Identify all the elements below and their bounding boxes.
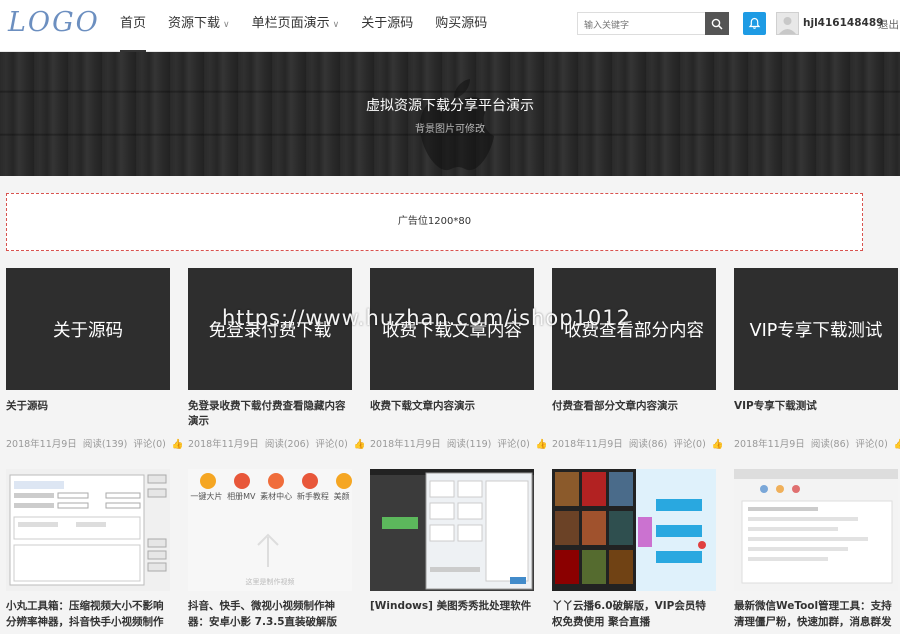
nav-item-single-column[interactable]: 单栏页面演示 ∨ <box>252 0 340 52</box>
nav-item-buy[interactable]: 购买源码 <box>435 0 487 52</box>
post-comments[interactable]: 评论(0) <box>315 439 347 450</box>
post-title[interactable]: VIP专享下载测试 <box>734 399 898 429</box>
post-thumbnail[interactable] <box>552 469 716 591</box>
app-screen-icon <box>188 469 352 591</box>
like-icon[interactable]: 👍 <box>536 439 546 450</box>
post-thumbnail[interactable]: 关于源码 <box>6 268 170 390</box>
post-views: 阅读(86) <box>810 439 850 450</box>
post-card[interactable]: VIP专享下载测试 VIP专享下载测试 2018年11月9日 阅读(86) 评论(0… <box>734 268 900 450</box>
software-window-icon <box>6 469 170 591</box>
post-views: 阅读(119) <box>446 439 492 450</box>
post-card[interactable]: 关于源码 关于源码 2018年11月9日阅读(139)评论(0)👍2 <box>6 268 182 450</box>
post-date: 2018年11月9日 <box>552 439 623 450</box>
post-thumbnail[interactable] <box>370 469 534 591</box>
post-title[interactable]: 丫丫云播6.0破解版，VIP会员特权免费使用 聚合直播 <box>552 599 716 631</box>
post-card[interactable]: 免登录付费下载 免登录收费下载付费查看隐藏内容演示 2018年11月9日 阅读(2… <box>188 268 364 450</box>
post-views: 阅读(139) <box>82 439 128 450</box>
username[interactable]: hjl416148489 <box>803 17 883 29</box>
site-header: LOGO 首页 资源下载∨ 单栏页面演示∨ 关于源码 购买源码 hjl41614… <box>0 0 900 52</box>
watermark-text: https://www.huzhan.com/ishop1012 <box>222 306 631 330</box>
post-meta: 2018年11月9日阅读(206)评论(0)👍1 <box>188 436 364 450</box>
banner-title: 虚拟资源下载分享平台演示 <box>366 98 534 114</box>
icon-label: 一键大片 <box>190 492 223 501</box>
like-icon[interactable]: 👍 <box>894 439 900 450</box>
post-card[interactable]: 最新微信WeTool管理工具：支持清理僵尸粉，快速加群，消息群发 <box>734 469 898 631</box>
like-icon[interactable]: 👍 <box>354 439 364 450</box>
nav-label: 关于源码 <box>361 16 414 31</box>
avatar[interactable] <box>776 12 799 35</box>
user-icon <box>779 17 796 34</box>
movie-grid-icon <box>552 469 716 591</box>
nav-item-downloads[interactable]: 资源下载 ∨ <box>168 0 230 52</box>
nav-item-about[interactable]: 关于源码 <box>361 0 413 52</box>
post-card[interactable]: 收费查看部分内容 付费查看部分文章内容演示 2018年11月9日 阅读(86) 评论… <box>552 268 724 450</box>
post-title[interactable]: 免登录收费下载付费查看隐藏内容演示 <box>188 399 352 429</box>
banner-subtitle: 背景图片可修改 <box>415 124 485 135</box>
nav-label: 首页 <box>120 16 147 31</box>
post-meta: 2018年11月9日阅读(119)评论(0)👍0 <box>370 436 546 450</box>
post-comments[interactable]: 评论(0) <box>497 439 529 450</box>
chevron-down-icon: ∨ <box>332 20 340 30</box>
post-title[interactable]: 抖音、快手、微视小视频制作神器：安卓小影 7.3.5直装破解版 <box>188 599 352 631</box>
post-title[interactable]: [Windows] 美图秀秀批处理软件 <box>370 599 534 631</box>
post-title[interactable]: 关于源码 <box>6 399 170 429</box>
chevron-down-icon: ∨ <box>223 20 230 30</box>
post-title[interactable]: 收费下载文章内容演示 <box>370 399 534 429</box>
post-card[interactable]: 小丸工具箱：压缩视频大小不影响分辨率神器，抖音快手小视频制作 <box>6 469 170 631</box>
software-window-icon <box>370 469 534 591</box>
logout-link[interactable]: 退出 <box>878 17 899 32</box>
search-input[interactable] <box>578 15 706 37</box>
nav-label: 购买源码 <box>435 16 488 31</box>
main-nav: 首页 资源下载 ∨ 单栏页面演示 ∨ 关于源码 购买源码 <box>120 0 509 52</box>
post-thumbnail[interactable] <box>734 469 898 591</box>
post-title[interactable]: 小丸工具箱：压缩视频大小不影响分辨率神器，抖音快手小视频制作 <box>6 599 170 631</box>
search-button[interactable] <box>705 12 729 35</box>
bell-icon <box>748 17 761 29</box>
nav-label: 资源下载 <box>168 16 221 31</box>
post-comments[interactable]: 评论(0) <box>133 439 165 450</box>
post-meta: 2018年11月9日阅读(86)评论(0)👍0 <box>552 436 728 450</box>
search-icon <box>711 18 723 30</box>
site-logo[interactable]: LOGO <box>8 7 100 38</box>
icon-label: 新手教程 <box>296 492 329 501</box>
hero-banner: 虚拟资源下载分享平台演示 背景图片可修改 <box>0 52 900 176</box>
wechat-tool-icon <box>734 469 898 591</box>
app-icon-labels: 一键大片 相册MV 素材中心 新手教程 美颜 <box>188 491 352 502</box>
post-card[interactable]: 一键大片 相册MV 素材中心 新手教程 美颜 这里是制作视频 抖音、快手、微视小视频制作… <box>188 469 352 631</box>
post-meta: 2018年11月9日阅读(86)评论(0)👍0 <box>734 436 900 450</box>
post-views: 阅读(206) <box>264 439 310 450</box>
post-title[interactable]: 付费查看部分文章内容演示 <box>552 399 716 429</box>
post-thumbnail[interactable]: VIP专享下载测试 <box>734 268 898 390</box>
post-date: 2018年11月9日 <box>370 439 441 450</box>
nav-item-home[interactable]: 首页 <box>120 0 147 52</box>
post-meta: 2018年11月9日阅读(139)评论(0)👍2 <box>6 436 182 450</box>
like-icon[interactable]: 👍 <box>172 439 182 450</box>
post-comments[interactable]: 评论(0) <box>855 439 887 450</box>
icon-label: 美颜 <box>333 492 350 501</box>
nav-label: 单栏页面演示 <box>251 16 330 31</box>
post-date: 2018年11月9日 <box>6 439 77 450</box>
post-card[interactable]: 收费下载文章内容 收费下载文章内容演示 2018年11月9日 阅读(119) 评论(… <box>370 268 546 450</box>
post-card[interactable]: 丫丫云播6.0破解版，VIP会员特权免费使用 聚合直播 <box>552 469 716 631</box>
icon-label: 素材中心 <box>260 492 293 501</box>
post-views: 阅读(86) <box>628 439 668 450</box>
post-date: 2018年11月9日 <box>734 439 805 450</box>
search-box <box>577 12 729 37</box>
post-thumbnail[interactable] <box>6 469 170 591</box>
notification-button[interactable] <box>743 12 766 35</box>
post-thumbnail[interactable]: 一键大片 相册MV 素材中心 新手教程 美颜 这里是制作视频 <box>188 469 352 591</box>
icon-label: 相册MV <box>227 492 256 501</box>
thumb-caption: 这里是制作视频 <box>245 578 295 586</box>
post-card[interactable]: [Windows] 美图秀秀批处理软件 <box>370 469 534 631</box>
like-icon[interactable]: 👍 <box>712 439 724 450</box>
post-title[interactable]: 最新微信WeTool管理工具：支持清理僵尸粉，快速加群，消息群发 <box>734 599 898 631</box>
post-comments[interactable]: 评论(0) <box>673 439 705 450</box>
post-date: 2018年11月9日 <box>188 439 259 450</box>
ad-slot[interactable]: 广告位1200*80 <box>6 193 863 251</box>
